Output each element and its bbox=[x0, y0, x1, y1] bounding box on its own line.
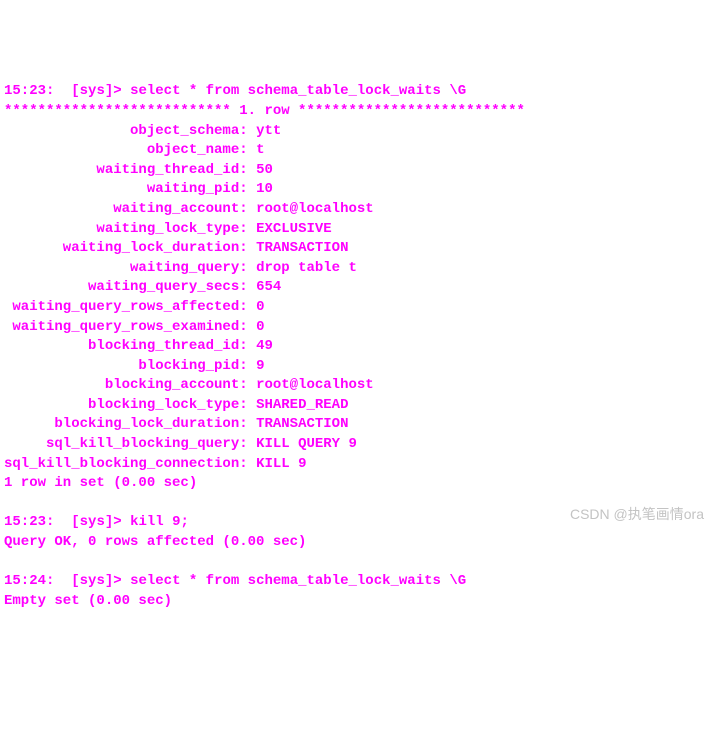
result-row: blocking_lock_type: SHARED_READ bbox=[4, 396, 710, 416]
prompt-line-3: 15:24: [sys]> select * from schema_table… bbox=[4, 572, 710, 592]
prompt-context: [sys]> bbox=[71, 514, 121, 530]
result-row: object_name: t bbox=[4, 141, 710, 161]
field-label: blocking_lock_type bbox=[4, 396, 239, 416]
field-label: waiting_pid bbox=[4, 180, 239, 200]
field-value: drop table t bbox=[256, 260, 357, 276]
result-line-3: Empty set (0.00 sec) bbox=[4, 592, 710, 612]
field-label: waiting_thread_id bbox=[4, 161, 239, 181]
result-summary: 1 row in set (0.00 sec) bbox=[4, 475, 197, 491]
field-value: 0 bbox=[256, 299, 264, 315]
field-colon: : bbox=[239, 358, 256, 374]
result-row: waiting_lock_duration: TRANSACTION bbox=[4, 239, 710, 259]
field-value: ytt bbox=[256, 123, 281, 139]
field-value: TRANSACTION bbox=[256, 240, 348, 256]
field-value: EXCLUSIVE bbox=[256, 221, 332, 237]
field-colon: : bbox=[239, 299, 256, 315]
result-row: waiting_account: root@localhost bbox=[4, 200, 710, 220]
field-label: object_name bbox=[4, 141, 239, 161]
result-line-2: Query OK, 0 rows affected (0.00 sec) bbox=[4, 533, 710, 553]
field-colon: : bbox=[239, 181, 256, 197]
field-label: waiting_query_rows_affected bbox=[4, 298, 239, 318]
result-row: blocking_account: root@localhost bbox=[4, 376, 710, 396]
result-row: waiting_lock_type: EXCLUSIVE bbox=[4, 220, 710, 240]
field-colon: : bbox=[239, 338, 256, 354]
field-label: sql_kill_blocking_connection bbox=[4, 455, 239, 475]
prompt-command: kill 9; bbox=[130, 514, 189, 530]
field-value: TRANSACTION bbox=[256, 416, 348, 432]
field-label: object_schema bbox=[4, 122, 239, 142]
prompt-context: [sys]> bbox=[71, 83, 121, 99]
field-colon: : bbox=[239, 279, 256, 295]
field-value: root@localhost bbox=[256, 201, 374, 217]
field-value: 49 bbox=[256, 338, 273, 354]
field-colon: : bbox=[239, 416, 256, 432]
result-line-1: 1 row in set (0.00 sec) bbox=[4, 474, 710, 494]
field-value: 10 bbox=[256, 181, 273, 197]
field-value: 9 bbox=[256, 358, 264, 374]
terminal-output: 15:23: [sys]> select * from schema_table… bbox=[4, 82, 710, 611]
field-label: blocking_account bbox=[4, 376, 239, 396]
prompt-context: [sys]> bbox=[71, 573, 121, 589]
prompt-time: 15:23: bbox=[4, 83, 54, 99]
prompt-time: 15:24: bbox=[4, 573, 54, 589]
field-colon: : bbox=[239, 221, 256, 237]
field-value: KILL QUERY 9 bbox=[256, 436, 357, 452]
result-summary: Query OK, 0 rows affected (0.00 sec) bbox=[4, 534, 306, 550]
field-label: blocking_pid bbox=[4, 357, 239, 377]
result-row: sql_kill_blocking_connection: KILL 9 bbox=[4, 455, 710, 475]
separator-line: *************************** 1. row *****… bbox=[4, 102, 710, 122]
result-row: waiting_query_rows_affected: 0 bbox=[4, 298, 710, 318]
result-row: blocking_pid: 9 bbox=[4, 357, 710, 377]
field-value: 0 bbox=[256, 319, 264, 335]
watermark: CSDN @执笔画情ora bbox=[570, 505, 704, 525]
result-row: blocking_lock_duration: TRANSACTION bbox=[4, 415, 710, 435]
field-colon: : bbox=[239, 319, 256, 335]
result-row: waiting_pid: 10 bbox=[4, 180, 710, 200]
field-value: t bbox=[256, 142, 264, 158]
row-separator: *************************** 1. row *****… bbox=[4, 103, 525, 119]
field-label: waiting_account bbox=[4, 200, 239, 220]
field-value: 654 bbox=[256, 279, 281, 295]
prompt-command: select * from schema_table_lock_waits \G bbox=[130, 573, 466, 589]
field-colon: : bbox=[239, 377, 256, 393]
field-value: SHARED_READ bbox=[256, 397, 348, 413]
field-label: waiting_query_secs bbox=[4, 278, 239, 298]
field-label: blocking_lock_duration bbox=[4, 415, 239, 435]
field-colon: : bbox=[239, 240, 256, 256]
field-value: root@localhost bbox=[256, 377, 374, 393]
result-row: blocking_thread_id: 49 bbox=[4, 337, 710, 357]
result-row: waiting_query_secs: 654 bbox=[4, 278, 710, 298]
field-colon: : bbox=[239, 162, 256, 178]
prompt-command: select * from schema_table_lock_waits \G bbox=[130, 83, 466, 99]
result-row: waiting_query_rows_examined: 0 bbox=[4, 318, 710, 338]
result-row: waiting_query: drop table t bbox=[4, 259, 710, 279]
field-label: blocking_thread_id bbox=[4, 337, 239, 357]
field-label: waiting_query_rows_examined bbox=[4, 318, 239, 338]
field-value: 50 bbox=[256, 162, 273, 178]
prompt-time: 15:23: bbox=[4, 514, 54, 530]
field-label: waiting_query bbox=[4, 259, 239, 279]
field-colon: : bbox=[239, 260, 256, 276]
field-value: KILL 9 bbox=[256, 456, 306, 472]
blank-line bbox=[4, 553, 710, 573]
field-colon: : bbox=[239, 397, 256, 413]
result-summary: Empty set (0.00 sec) bbox=[4, 593, 172, 609]
result-row: object_schema: ytt bbox=[4, 122, 710, 142]
field-label: waiting_lock_duration bbox=[4, 239, 239, 259]
field-colon: : bbox=[239, 201, 256, 217]
field-label: waiting_lock_type bbox=[4, 220, 239, 240]
field-colon: : bbox=[239, 142, 256, 158]
field-label: sql_kill_blocking_query bbox=[4, 435, 239, 455]
field-colon: : bbox=[239, 456, 256, 472]
field-colon: : bbox=[239, 436, 256, 452]
prompt-line-1: 15:23: [sys]> select * from schema_table… bbox=[4, 82, 710, 102]
field-colon: : bbox=[239, 123, 256, 139]
result-row: sql_kill_blocking_query: KILL QUERY 9 bbox=[4, 435, 710, 455]
result-row: waiting_thread_id: 50 bbox=[4, 161, 710, 181]
